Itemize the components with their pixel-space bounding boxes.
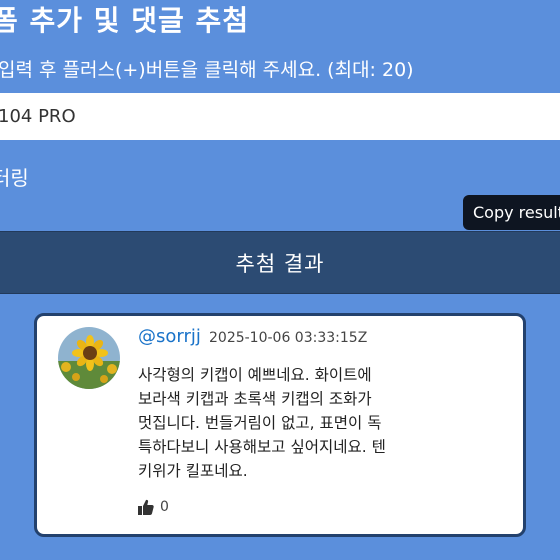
- filter-label: 터링: [0, 166, 29, 190]
- instruction-text: 입력 후 플러스(+)버튼을 클릭해 주세요. (최대: 20): [0, 59, 414, 81]
- comment-author-link[interactable]: @sorrjj: [138, 326, 201, 347]
- product-input[interactable]: [0, 93, 560, 140]
- page-title: 폼 추가 및 댓글 추첨: [0, 4, 250, 37]
- draw-result-label: 추첨 결과: [235, 251, 325, 276]
- comment-timestamp: 2025-10-06 03:33:15Z: [209, 330, 368, 346]
- comment-text: 사각형의 키캡이 예쁘네요. 화이트에 보라색 키캡과 초록색 키캡의 조화가 …: [138, 366, 386, 480]
- like-count: 0: [160, 499, 169, 515]
- like-button[interactable]: 0: [138, 499, 169, 515]
- draw-result-bar: 추첨 결과: [0, 231, 560, 294]
- copy-result-tooltip[interactable]: Copy result: [463, 195, 560, 230]
- sunflower-avatar-icon: [58, 327, 120, 389]
- comment-card: @sorrjj 2025-10-06 03:33:15Z 사각형의 키캡이 예쁘…: [34, 313, 526, 537]
- thumbs-up-icon: [138, 499, 154, 515]
- avatar: [58, 327, 120, 389]
